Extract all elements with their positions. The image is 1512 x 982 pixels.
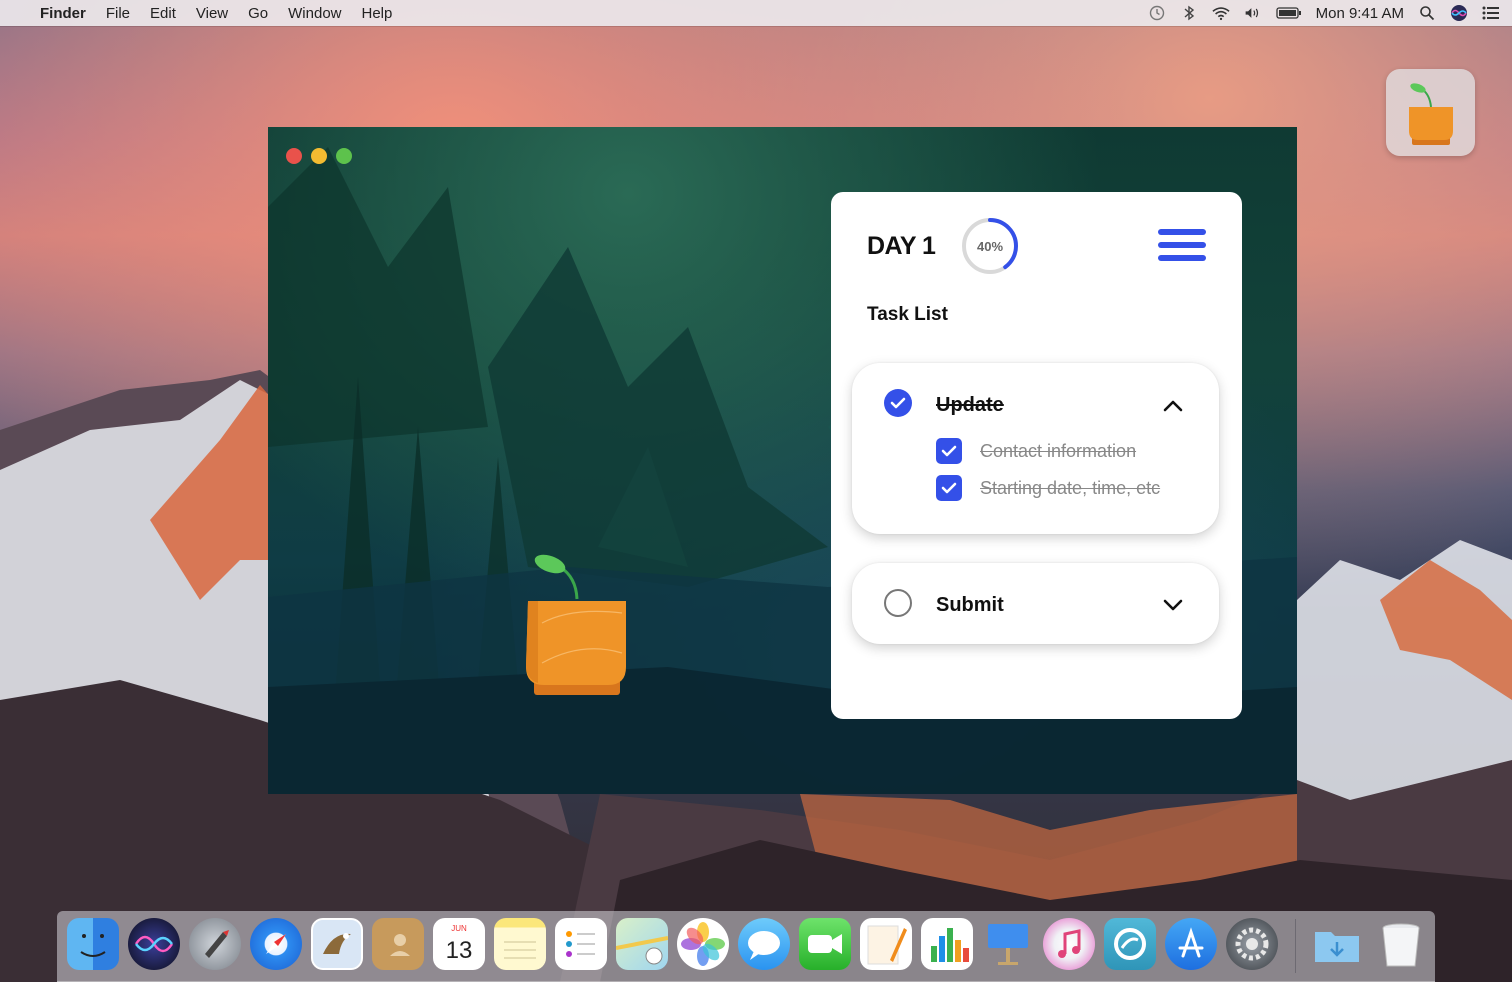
dock: JUN 13 — [57, 911, 1435, 982]
volume-icon[interactable] — [1244, 5, 1262, 21]
battery-icon[interactable] — [1275, 5, 1302, 21]
subtask-label: Starting date, time, etc — [980, 477, 1161, 498]
menu-view[interactable]: View — [196, 5, 228, 22]
task-panel: DAY 1 40% Task List Update Contact infor… — [831, 192, 1242, 719]
chevron-down-icon[interactable] — [1163, 598, 1183, 612]
launchpad-icon[interactable] — [189, 918, 241, 970]
calendar-day: 13 — [446, 937, 473, 964]
notes-icon[interactable] — [494, 918, 546, 970]
subtask-item[interactable]: Contact information — [936, 438, 1136, 464]
numbers-icon[interactable] — [921, 918, 973, 970]
task-uncheck-icon[interactable] — [884, 589, 912, 617]
calendar-month: JUN — [451, 924, 467, 933]
wifi-icon[interactable] — [1212, 5, 1230, 21]
keynote-icon[interactable] — [982, 918, 1034, 970]
task-card-update[interactable]: Update Contact information Starting date… — [852, 363, 1219, 534]
window-controls — [286, 148, 352, 164]
calendar-icon[interactable]: JUN 13 — [433, 918, 485, 970]
zoom-button[interactable] — [336, 148, 352, 164]
potted-plant-illustration — [526, 554, 626, 695]
photos-icon[interactable] — [677, 918, 729, 970]
safari-icon[interactable] — [250, 918, 302, 970]
mail-icon[interactable] — [311, 918, 363, 970]
reminders-icon[interactable] — [555, 918, 607, 970]
messages-icon[interactable] — [738, 918, 790, 970]
menu-app-name[interactable]: Finder — [40, 5, 86, 22]
menu-hamburger-icon[interactable] — [1158, 229, 1206, 267]
menu-clock[interactable]: Mon 9:41 AM — [1316, 5, 1404, 22]
siri-icon[interactable] — [1450, 5, 1468, 21]
menu-bar: Finder File Edit View Go Window Help Mon… — [0, 0, 1512, 26]
plant-app-status-icon[interactable] — [1386, 69, 1475, 156]
contacts-icon[interactable] — [372, 918, 424, 970]
chevron-up-icon[interactable] — [1163, 399, 1183, 413]
subtask-checkbox-icon[interactable] — [936, 438, 962, 464]
progress-label: 40% — [976, 238, 1004, 254]
bluetooth-icon[interactable] — [1180, 5, 1198, 21]
menu-edit[interactable]: Edit — [150, 5, 176, 22]
dock-separator — [1295, 919, 1296, 973]
finder-icon[interactable] — [67, 918, 119, 970]
close-button[interactable] — [286, 148, 302, 164]
task-card-submit[interactable]: Submit — [852, 563, 1219, 644]
facetime-icon[interactable] — [799, 918, 851, 970]
task-list-title: Task List — [867, 304, 948, 325]
siri-icon[interactable] — [128, 918, 180, 970]
subtask-label: Contact information — [980, 440, 1137, 461]
menu-help[interactable]: Help — [362, 5, 393, 22]
itunes-icon[interactable] — [1043, 918, 1095, 970]
trash-icon[interactable] — [1375, 918, 1427, 970]
task-title: Submit — [936, 594, 1004, 616]
notification-center-icon[interactable] — [1482, 5, 1500, 21]
time-machine-icon[interactable] — [1148, 5, 1166, 21]
downloads-folder-icon[interactable] — [1311, 918, 1363, 970]
subtask-item[interactable]: Starting date, time, etc — [936, 475, 1160, 501]
app-window: DAY 1 40% Task List Update Contact infor… — [268, 127, 1297, 794]
task-title: Update — [936, 394, 1004, 416]
system-preferences-icon[interactable] — [1226, 918, 1278, 970]
pages-icon[interactable] — [860, 918, 912, 970]
menu-window[interactable]: Window — [288, 5, 341, 22]
task-check-icon[interactable] — [884, 389, 912, 417]
day-label: DAY 1 — [867, 232, 936, 260]
maps-icon[interactable] — [615, 918, 669, 970]
menu-go[interactable]: Go — [248, 5, 268, 22]
app-store-icon[interactable] — [1165, 918, 1217, 970]
minimize-button[interactable] — [311, 148, 327, 164]
spotlight-icon[interactable] — [1418, 5, 1436, 21]
plant-app-dock-icon[interactable] — [1104, 918, 1156, 970]
menu-file[interactable]: File — [106, 5, 130, 22]
subtask-checkbox-icon[interactable] — [936, 475, 962, 501]
